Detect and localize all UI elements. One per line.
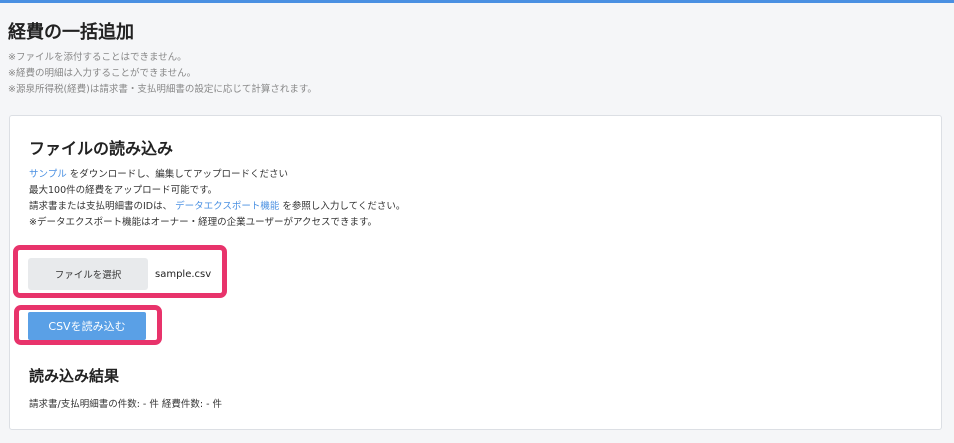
instruction-line-2: 最大100件の経費をアップロード可能です。 <box>29 185 218 196</box>
page-title: 経費の一括追加 <box>8 22 134 43</box>
instruction-text: をダウンロードし、編集してアップロードください <box>69 169 288 180</box>
import-instructions: サンプル をダウンロードし、編集してアップロードください 最大100件の経費をア… <box>29 167 405 231</box>
note-item: ※経費の明細は入力することができません。 <box>8 68 197 79</box>
instruction-line-1: サンプル をダウンロードし、編集してアップロードください <box>29 167 405 183</box>
file-input[interactable]: ファイルを選択 sample.csv <box>28 257 211 291</box>
note-item: ※ファイルを添付することはできません。 <box>8 52 187 63</box>
instruction-line-4: ※データエクスポート機能はオーナー・経理の企業ユーザーがアクセスできます。 <box>29 217 378 228</box>
notes: ※ファイルを添付することはできません。 ※経費の明細は入力することができません。… <box>8 50 317 98</box>
result-title: 読み込み結果 <box>29 367 120 385</box>
instruction-text: 請求書または支払明細書のIDは、 <box>29 201 173 212</box>
import-panel: ファイルの読み込み サンプル をダウンロードし、編集してアップロードください 最… <box>9 115 942 430</box>
sample-download-link[interactable]: サンプル <box>29 169 67 180</box>
load-csv-button[interactable]: CSVを読み込む <box>28 312 146 340</box>
choose-file-button[interactable]: ファイルを選択 <box>28 258 148 290</box>
top-accent-bar <box>0 0 954 3</box>
import-section-title: ファイルの読み込み <box>29 139 174 158</box>
instruction-line-3: 請求書または支払明細書のIDは、 データエクスポート機能 を参照し入力してくださ… <box>29 199 405 215</box>
instruction-text: を参照し入力してください。 <box>282 201 406 212</box>
selected-file-name: sample.csv <box>155 268 212 280</box>
result-summary: 請求書/支払明細書の件数: - 件 経費件数: - 件 <box>29 399 223 410</box>
note-item: ※源泉所得税(経費)は請求書・支払明細書の設定に応じて計算されます。 <box>8 84 317 95</box>
data-export-link[interactable]: データエクスポート機能 <box>175 201 279 212</box>
